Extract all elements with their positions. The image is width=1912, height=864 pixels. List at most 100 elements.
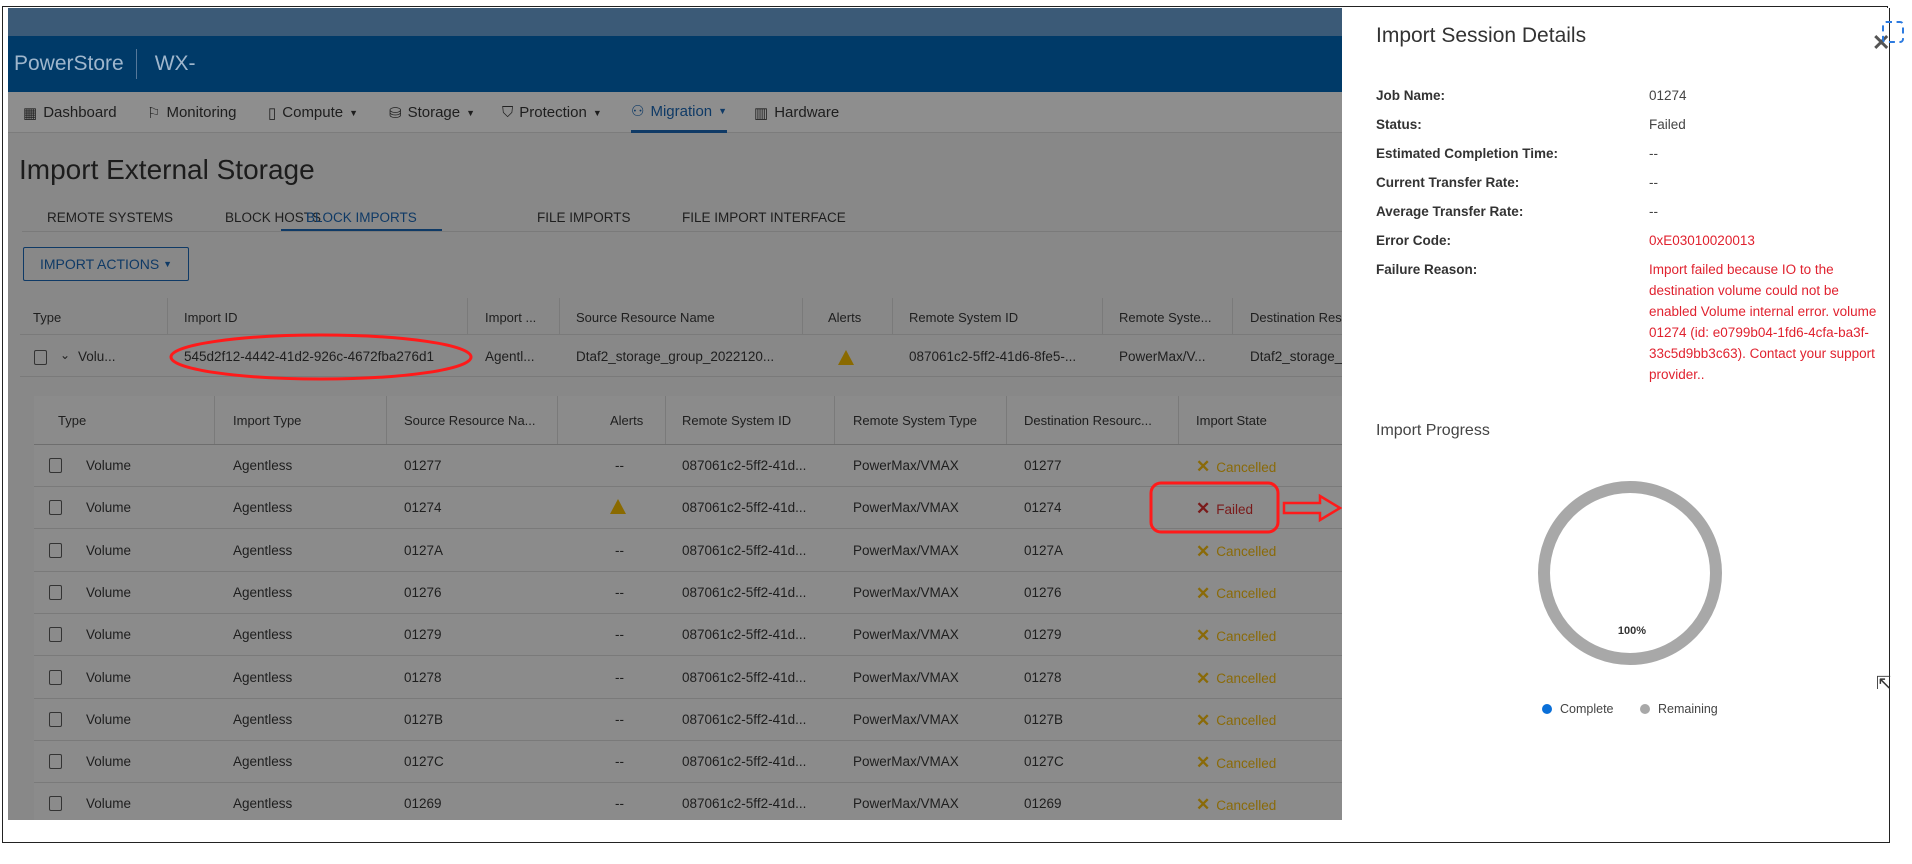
cluster-name: WX- — [154, 52, 196, 75]
caret-down-icon: ▼ — [466, 107, 476, 118]
tab-file-imports[interactable]: FILE IMPORTS — [537, 210, 631, 232]
nav-item-hardware[interactable]: ▥ Hardware — [754, 92, 839, 133]
cell-remote-type: PowerMax/VMAX — [853, 627, 959, 643]
nav-item-label: Storage — [407, 104, 461, 121]
nav-item-migration[interactable]: ⚇ Migration ▼ — [631, 92, 728, 133]
nav-item-label: Monitoring — [166, 104, 237, 121]
nav-item-dashboard[interactable]: ▦ Dashboard — [23, 92, 117, 133]
column-separator[interactable] — [892, 298, 893, 334]
tab-remote-systems[interactable]: REMOTE SYSTEMS — [47, 210, 173, 232]
tab-block-imports[interactable]: BLOCK IMPORTS — [281, 210, 442, 232]
nav-item-monitoring[interactable]: ⚐ Monitoring — [147, 92, 237, 133]
cell-type: Volu... — [78, 349, 116, 364]
row-checkbox[interactable] — [34, 350, 47, 365]
row-checkbox[interactable] — [49, 796, 62, 812]
legend-item-complete[interactable]: Complete — [1542, 702, 1614, 716]
column-header[interactable]: Import Type — [233, 413, 301, 428]
column-header[interactable]: Remote System Type — [853, 413, 977, 428]
column-header[interactable]: Import ... — [485, 310, 536, 325]
nav-item-protection[interactable]: ⛉ Protection ▼ — [502, 92, 602, 133]
column-header[interactable]: Remote Syste... — [1119, 310, 1211, 325]
legend-item-remaining[interactable]: Remaining — [1640, 702, 1718, 716]
column-separator[interactable] — [1102, 298, 1103, 334]
cell-alerts: -- — [615, 669, 624, 685]
row-checkbox[interactable] — [49, 711, 62, 727]
cell-source: 01269 — [404, 796, 442, 812]
row-checkbox[interactable] — [49, 458, 62, 473]
cell-import-id: 545d2f12-4442-41d2-926c-4672fba276d1 — [184, 349, 434, 364]
cell-alerts: -- — [615, 584, 624, 600]
table-row[interactable]: Volume Agentless 0127A 087061c2-5ff2-41d...… — [34, 530, 1344, 572]
column-separator[interactable] — [386, 396, 387, 444]
column-header[interactable]: Import ID — [184, 310, 237, 325]
column-separator[interactable] — [467, 298, 468, 334]
tab-file-import-interface[interactable]: FILE IMPORT INTERFACE — [682, 210, 846, 232]
cell-import-type: Agentless — [233, 711, 293, 727]
column-separator[interactable] — [559, 298, 560, 334]
nav-item-storage[interactable]: ⛁ Storage ▼ — [389, 92, 475, 133]
server-icon: ▯ — [268, 104, 277, 122]
cell-destination: 01277 — [1024, 458, 1062, 473]
cell-type: Volume — [86, 500, 132, 516]
table-row[interactable]: Volume Agentless 0127C 087061c2-5ff2-41d...… — [34, 741, 1344, 784]
import-state: ✕ Cancelled — [1196, 542, 1276, 562]
cell-remote-id: 087061c2-5ff2-41d... — [682, 500, 807, 516]
import-actions-button[interactable]: IMPORT ACTIONS ▼ — [23, 247, 189, 281]
cell-type: Volume — [86, 796, 132, 812]
column-separator[interactable] — [557, 396, 558, 444]
table-row[interactable]: Volume Agentless 01276 087061c2-5ff2-41d...… — [34, 572, 1344, 614]
app-header: PowerStore WX- — [8, 36, 1344, 92]
table-row[interactable]: Volume Agentless 0127B 087061c2-5ff2-41d...… — [34, 699, 1344, 741]
column-separator[interactable] — [1006, 396, 1007, 444]
dashboard-icon: ▦ — [23, 104, 38, 122]
divider — [20, 334, 1344, 335]
table-row[interactable]: Volume Agentless 01269 087061c2-5ff2-41d...… — [34, 783, 1344, 820]
table-row[interactable]: Volume Agentless 01279 087061c2-5ff2-41d...… — [34, 614, 1344, 657]
row-checkbox[interactable] — [49, 627, 62, 643]
expand-chevron-icon[interactable]: ⌄ — [60, 348, 70, 362]
row-checkbox[interactable] — [49, 754, 62, 770]
nav-item-label: Dashboard — [43, 104, 117, 121]
row-checkbox[interactable] — [49, 584, 62, 600]
column-header[interactable]: Source Resource Na... — [404, 413, 536, 428]
column-header[interactable]: Destination Resourc... — [1024, 413, 1152, 428]
table-row[interactable]: Volume Agentless 01278 087061c2-5ff2-41d...… — [34, 657, 1344, 699]
row-checkbox[interactable] — [49, 669, 62, 685]
cell-type: Volume — [86, 584, 132, 600]
nav-item-compute[interactable]: ▯ Compute ▼ — [268, 92, 358, 133]
column-separator[interactable] — [1178, 396, 1179, 444]
column-header[interactable]: Source Resource Name — [576, 310, 715, 325]
nav-item-label: Hardware — [774, 104, 840, 121]
column-header[interactable]: Alerts — [610, 413, 643, 428]
column-header[interactable]: Remote System ID — [909, 310, 1018, 325]
column-separator[interactable] — [665, 396, 666, 444]
brand-logo[interactable]: PowerStore — [14, 52, 124, 76]
column-header[interactable]: Type — [58, 413, 86, 428]
column-separator[interactable] — [834, 396, 835, 444]
column-header[interactable]: Destination Res — [1250, 310, 1342, 325]
column-separator[interactable] — [1232, 298, 1233, 334]
cell-remote-type: PowerMax/VMAX — [853, 669, 959, 685]
cancelled-x-icon: ✕ — [1196, 710, 1211, 730]
cell-destination: 0127A — [1024, 542, 1064, 558]
cell-remote-type: PowerMax/VMAX — [853, 584, 959, 600]
column-header[interactable]: Type — [33, 310, 61, 325]
column-separator[interactable] — [167, 298, 168, 334]
column-header[interactable]: Import State — [1196, 413, 1267, 428]
table-row[interactable]: Volume Agentless 01277 087061c2-5ff2-41d...… — [34, 445, 1344, 487]
warning-icon — [610, 499, 626, 515]
row-checkbox[interactable] — [49, 500, 62, 516]
row-checkbox[interactable] — [49, 542, 62, 558]
column-separator[interactable] — [802, 298, 803, 334]
column-header[interactable]: Alerts — [828, 310, 861, 325]
cell-destination: 0127B — [1024, 711, 1064, 727]
cancelled-x-icon: ✕ — [1196, 541, 1211, 561]
cell-remote-type: PowerMax/V... — [1119, 349, 1206, 364]
import-state: ✕ Cancelled — [1196, 457, 1276, 477]
legend-label: Remaining — [1658, 702, 1718, 716]
column-header[interactable]: Remote System ID — [682, 413, 791, 428]
cell-remote-id: 087061c2-5ff2-41d... — [682, 627, 807, 643]
mouse-cursor-icon: ⇱ — [1876, 673, 1892, 693]
table-row[interactable]: Volume Agentless 01274 087061c2-5ff2-41d...… — [34, 487, 1344, 530]
column-separator[interactable] — [214, 396, 215, 444]
